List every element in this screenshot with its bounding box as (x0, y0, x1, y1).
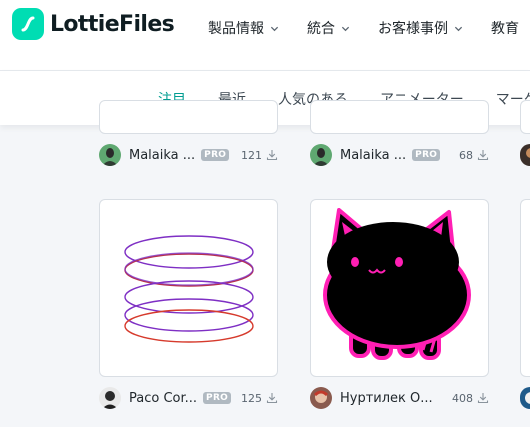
download-icon[interactable] (266, 149, 278, 161)
nav-item-label: 教育 (491, 21, 519, 37)
black-cat-animation (323, 208, 471, 360)
card-meta: Нуртилек О... 408 (310, 386, 489, 410)
download-count: 121 (241, 148, 262, 162)
nav-item-label: 統合 (307, 21, 335, 37)
author-name[interactable]: Нуртилек О... (340, 391, 433, 406)
card-meta: Malaika ... PRO 121 (99, 143, 278, 167)
download-count: 125 (241, 391, 262, 405)
chevron-down-icon (270, 26, 279, 31)
top-header: LottieFiles 製品情報 統合 お客様事例 教育 (0, 0, 530, 71)
animation-preview[interactable] (310, 199, 489, 377)
nav-item-products[interactable]: 製品情報 (208, 18, 279, 38)
animation-preview[interactable] (520, 199, 530, 377)
pro-badge: PRO (203, 392, 232, 404)
animation-preview[interactable] (310, 100, 489, 134)
chevron-down-icon (454, 26, 463, 31)
lottiefiles-logo[interactable]: LottieFiles (12, 8, 175, 40)
avatar[interactable] (310, 144, 332, 166)
nav-item-label: お客様事例 (378, 21, 448, 37)
download-count: 408 (452, 391, 473, 405)
card-meta: Paco Cor... PRO 125 (99, 386, 278, 410)
avatar[interactable] (99, 387, 121, 409)
avatar[interactable] (310, 387, 332, 409)
avatar[interactable] (99, 144, 121, 166)
download-icon[interactable] (477, 149, 489, 161)
nav-item-label: 製品情報 (208, 21, 264, 37)
nav-item-education[interactable]: 教育 (491, 18, 519, 38)
download-icon[interactable] (266, 392, 278, 404)
animation-preview[interactable] (99, 199, 278, 377)
stacked-rings-animation (124, 235, 254, 343)
main-nav: 製品情報 統合 お客様事例 教育 (208, 18, 530, 38)
author-name[interactable]: Paco Cor... (129, 391, 197, 406)
lottiefiles-logo-icon (12, 8, 44, 40)
pro-badge: PRO (201, 149, 230, 161)
avatar[interactable] (520, 387, 530, 409)
author-name[interactable]: Malaika ... (340, 148, 406, 163)
author-name[interactable]: Malaika ... (129, 148, 195, 163)
nav-item-integrations[interactable]: 統合 (307, 18, 350, 38)
download-icon[interactable] (477, 392, 489, 404)
nav-item-customer-stories[interactable]: お客様事例 (378, 18, 463, 38)
chevron-down-icon (341, 26, 350, 31)
download-count: 68 (459, 148, 473, 162)
animation-preview[interactable] (99, 100, 278, 134)
card-meta: Malaika ... PRO 68 (310, 143, 489, 167)
pro-badge: PRO (412, 149, 441, 161)
brand-name: LottieFiles (50, 11, 175, 37)
animation-preview[interactable] (520, 100, 530, 134)
avatar[interactable] (520, 144, 530, 166)
